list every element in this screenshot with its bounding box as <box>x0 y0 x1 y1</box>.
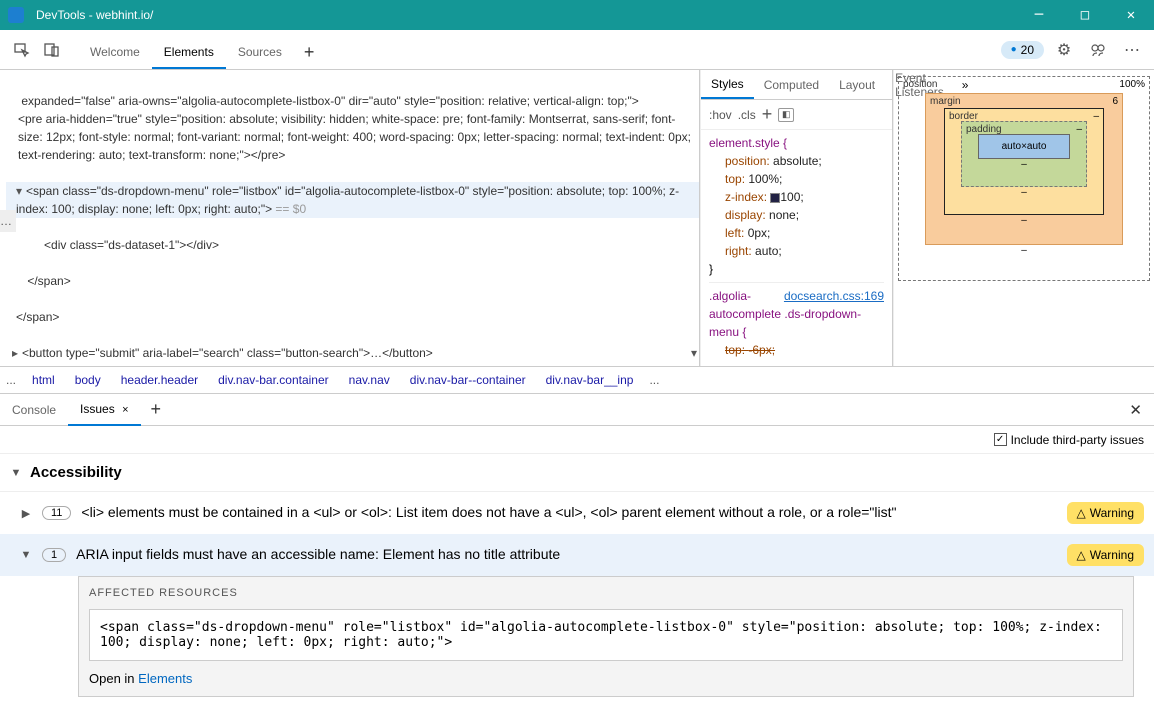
triangle-right-icon[interactable]: ▶ <box>20 507 32 520</box>
issues-count-value: 20 <box>1021 43 1034 57</box>
styles-pane: Styles Computed Layout Event Listeners »… <box>701 70 893 366</box>
css-prop[interactable]: display: none; <box>709 206 884 224</box>
more-icon[interactable]: ⋯ <box>1118 36 1146 64</box>
bm-position-label: position <box>903 79 937 90</box>
dom-line[interactable]: <pre aria-hidden="true" style="position:… <box>6 110 699 164</box>
crumb[interactable]: div.nav-bar.container <box>208 369 339 391</box>
new-style-rule-button[interactable]: + <box>762 104 773 125</box>
dom-line[interactable]: <div class="ds-dataset-1"></div> <box>6 236 699 254</box>
drawer-close-icon[interactable]: ✕ <box>1117 395 1154 425</box>
issue-group-header[interactable]: ▼ Accessibility <box>0 454 1154 492</box>
issue-text: ARIA input fields must have an accessibl… <box>76 545 1056 565</box>
bm-padding-label: padding <box>966 124 1002 135</box>
ellipsis-indicator[interactable]: … <box>0 210 16 232</box>
color-swatch-icon[interactable] <box>770 193 780 203</box>
close-tab-icon[interactable]: × <box>122 404 128 416</box>
styles-tabs: Styles Computed Layout Event Listeners » <box>701 70 892 100</box>
issue-row-selected[interactable]: ▼ 1 ARIA input fields must have an acces… <box>0 534 1154 576</box>
crumb-ellipsis[interactable]: ... <box>0 369 22 391</box>
app-icon <box>8 7 24 23</box>
drawer-tab-issues[interactable]: Issues × <box>68 394 140 426</box>
issue-text: <li> elements must be contained in a <ul… <box>81 503 1056 523</box>
issue-count-pill: 1 <box>42 548 66 562</box>
crumb[interactable]: div.nav-bar__inp <box>536 369 644 391</box>
triangle-down-icon[interactable]: ▼ <box>10 467 22 479</box>
open-in-elements-link[interactable]: Open in Elements <box>79 671 1133 696</box>
device-toggle-icon[interactable] <box>38 36 66 64</box>
issues-options: ✓ Include third-party issues <box>0 426 1154 454</box>
affected-resources-panel: AFFECTED RESOURCES <span class="ds-dropd… <box>78 576 1134 697</box>
styles-tab-layout[interactable]: Layout <box>829 72 885 98</box>
issues-counter[interactable]: 20 <box>1001 41 1044 59</box>
styles-sidebar-container: Styles Computed Layout Event Listeners »… <box>700 70 1154 366</box>
hov-toggle[interactable]: :hov <box>709 108 732 122</box>
dom-breadcrumbs[interactable]: ... html body header.header div.nav-bar.… <box>0 366 1154 394</box>
bm-content-box: auto×auto <box>978 134 1070 159</box>
drawer-tab-console[interactable]: Console <box>0 395 68 425</box>
drawer-add-tab-button[interactable]: + <box>141 393 172 426</box>
dom-line[interactable]: </span> <box>6 272 699 290</box>
issue-row[interactable]: ▶ 11 <li> elements must be contained in … <box>0 492 1154 534</box>
warning-badge: Warning <box>1067 544 1144 566</box>
dom-selected-node[interactable]: ▾<span class="ds-dropdown-menu" role="li… <box>6 182 699 218</box>
main-tabs: Welcome Elements Sources + <box>78 30 324 69</box>
rule-selector[interactable]: element.style { <box>709 134 884 152</box>
dom-line[interactable]: </span> <box>6 308 699 326</box>
dom-line[interactable]: expanded="false" aria-owns="algolia-auto… <box>6 94 639 108</box>
tab-elements[interactable]: Elements <box>152 37 226 69</box>
cls-toggle[interactable]: .cls <box>738 108 756 122</box>
settings-icon[interactable]: ⚙ <box>1050 36 1078 64</box>
css-prop-overridden[interactable]: top: -6px; <box>709 341 884 359</box>
minimize-button[interactable] <box>1016 0 1062 30</box>
window-titlebar: DevTools - webhint.io/ <box>0 0 1154 30</box>
bm-margin-label: margin <box>930 96 961 107</box>
css-source-link[interactable]: docsearch.css:169 <box>784 287 884 305</box>
css-prop[interactable]: position: absolute; <box>709 152 884 170</box>
inspect-icon[interactable] <box>8 36 36 64</box>
issue-count-pill: 11 <box>42 506 71 520</box>
styles-rules[interactable]: element.style { position: absolute; top:… <box>701 130 892 366</box>
bm-margin-top: 6 <box>1112 96 1118 107</box>
crumb[interactable]: nav.nav <box>339 369 400 391</box>
crumb[interactable]: html <box>22 369 65 391</box>
styles-tab-computed[interactable]: Computed <box>754 72 829 98</box>
include-thirdparty-label: Include third-party issues <box>1011 433 1144 447</box>
elements-panel: expanded="false" aria-owns="algolia-auto… <box>0 70 1154 366</box>
add-tab-button[interactable]: + <box>294 36 325 69</box>
devtools-toolbar: Welcome Elements Sources + 20 ⚙ ⋯ <box>0 30 1154 70</box>
toggle-classes-box-icon[interactable]: ◧ <box>778 108 794 122</box>
styles-tab-styles[interactable]: Styles <box>701 71 754 99</box>
css-prop[interactable]: top: 100%; <box>709 170 884 188</box>
bm-position-top: 100% <box>1119 79 1145 90</box>
css-prop[interactable]: right: auto; <box>709 242 884 260</box>
crumb[interactable]: div.nav-bar--container <box>400 369 536 391</box>
dom-line[interactable]: ▸<button type="submit" aria-label="searc… <box>6 344 699 362</box>
close-window-button[interactable] <box>1108 0 1154 30</box>
drawer-tabs: Console Issues × + ✕ <box>0 394 1154 426</box>
window-title: DevTools - webhint.io/ <box>32 8 1016 22</box>
include-thirdparty-checkbox[interactable]: ✓ <box>994 433 1007 446</box>
box-model[interactable]: position 100% 0 margin 6 border – paddin… <box>893 70 1154 366</box>
warning-badge: Warning <box>1067 502 1144 524</box>
affected-header: AFFECTED RESOURCES <box>79 577 1133 609</box>
issues-body[interactable]: ▼ Accessibility ▶ 11 <li> elements must … <box>0 454 1154 699</box>
affected-code-snippet[interactable]: <span class="ds-dropdown-menu" role="lis… <box>89 609 1123 661</box>
tab-sources[interactable]: Sources <box>226 37 294 69</box>
feedback-icon[interactable] <box>1084 36 1112 64</box>
triangle-down-icon[interactable]: ▼ <box>20 549 32 561</box>
issue-group-title: Accessibility <box>30 464 122 481</box>
css-prop[interactable]: left: 0px; <box>709 224 884 242</box>
css-prop[interactable]: z-index: 100; <box>709 188 884 206</box>
crumb-ellipsis[interactable]: ... <box>643 369 665 391</box>
crumb[interactable]: header.header <box>111 369 208 391</box>
tab-welcome[interactable]: Welcome <box>78 37 152 69</box>
styles-filter-row: :hov .cls + ◧ <box>701 100 892 130</box>
maximize-button[interactable] <box>1062 0 1108 30</box>
dom-tree[interactable]: expanded="false" aria-owns="algolia-auto… <box>0 70 700 366</box>
crumb[interactable]: body <box>65 369 111 391</box>
